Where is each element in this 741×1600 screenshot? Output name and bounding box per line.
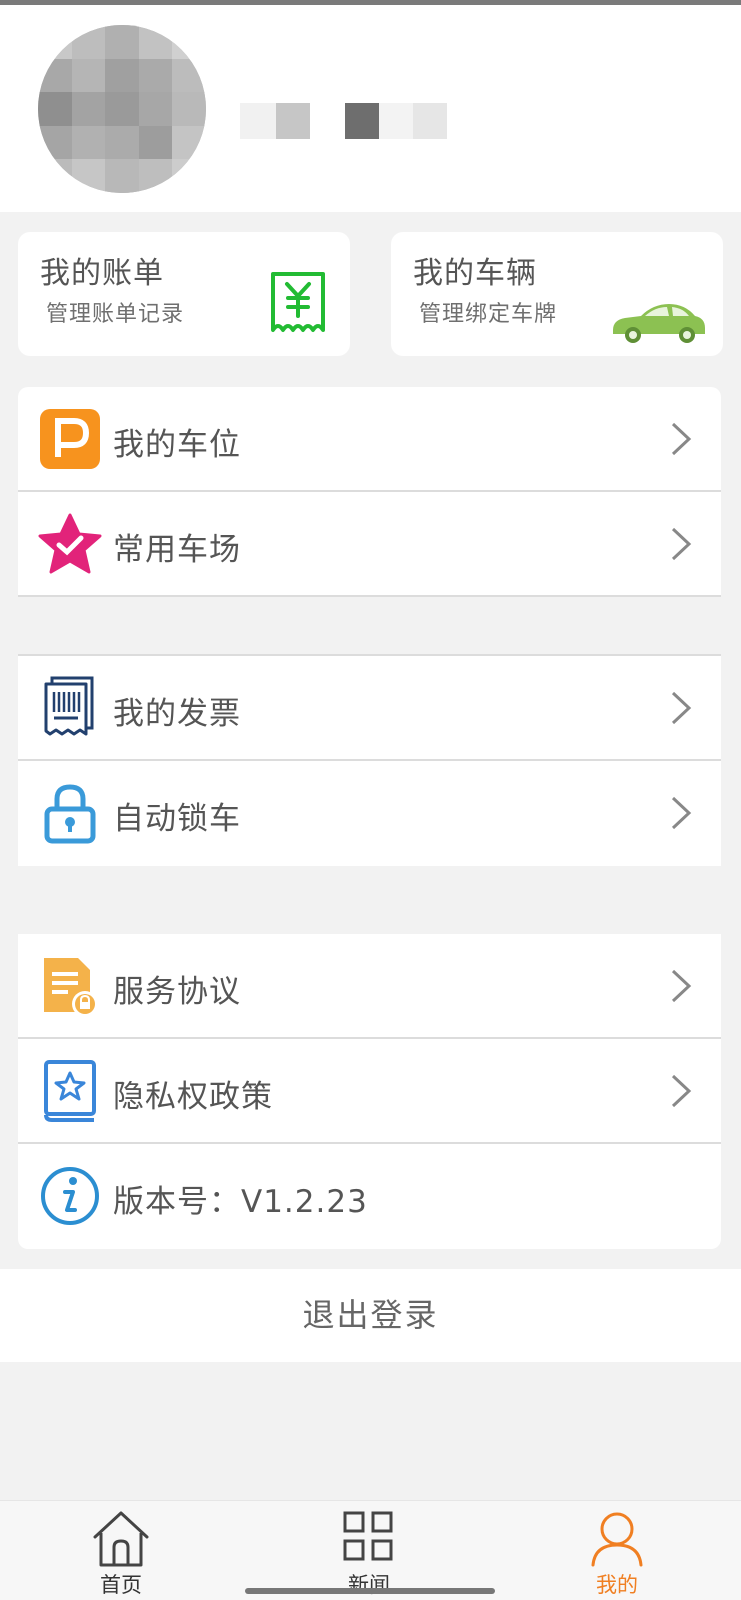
menu-item-my-invoice[interactable]: 我的发票 xyxy=(18,656,721,761)
bottom-tab-bar: 首页 新闻 我的 xyxy=(0,1500,741,1600)
menu-item-my-space[interactable]: 我的车位 xyxy=(18,387,721,492)
home-indicator[interactable] xyxy=(245,1588,495,1594)
my-vehicle-title: 我的车辆 xyxy=(413,256,537,291)
parking-icon xyxy=(40,409,100,469)
book-star-icon xyxy=(44,1060,96,1122)
home-icon xyxy=(93,1511,149,1567)
blurred-username xyxy=(345,103,379,139)
menu-item-label: 常用车场 xyxy=(113,532,241,568)
bill-icon xyxy=(271,272,325,332)
blurred-username xyxy=(413,103,447,139)
chevron-right-icon xyxy=(671,796,692,830)
blurred-username xyxy=(379,103,413,139)
chevron-right-icon xyxy=(671,527,692,561)
chevron-right-icon xyxy=(671,969,692,1003)
chevron-right-icon xyxy=(671,691,692,725)
my-bill-card[interactable]: 我的账单 管理账单记录 xyxy=(18,232,350,356)
menu-item-privacy-policy[interactable]: 隐私权政策 xyxy=(18,1039,721,1144)
logout-button[interactable]: 退出登录 xyxy=(0,1269,741,1362)
my-vehicle-subtitle: 管理绑定车牌 xyxy=(419,302,558,327)
menu-item-label: 我的车位 xyxy=(113,427,241,463)
menu-item-label: 隐私权政策 xyxy=(113,1079,273,1115)
my-bill-title: 我的账单 xyxy=(40,256,164,291)
menu-item-service-agreement[interactable]: 服务协议 xyxy=(18,934,721,1039)
invoice-icon xyxy=(44,676,94,736)
menu-item-auto-lock[interactable]: 自动锁车 xyxy=(18,761,721,866)
avatar[interactable] xyxy=(38,25,206,193)
star-check-icon xyxy=(38,513,102,574)
menu-item-label: 自动锁车 xyxy=(113,801,241,837)
tab-label: 我的 xyxy=(596,1573,638,1597)
car-icon xyxy=(613,304,705,343)
menu-group-parking: 我的车位 常用车场 xyxy=(18,387,721,597)
tab-home[interactable]: 首页 xyxy=(61,1501,181,1600)
chevron-right-icon xyxy=(671,422,692,456)
tab-label: 首页 xyxy=(100,1573,142,1597)
lock-icon xyxy=(44,784,96,844)
menu-item-label: 服务协议 xyxy=(113,974,241,1010)
my-bill-subtitle: 管理账单记录 xyxy=(46,302,185,327)
profile-header[interactable] xyxy=(0,5,741,212)
version-label: 版本号：V1.2.23 xyxy=(113,1184,368,1220)
tab-news[interactable]: 新闻 xyxy=(309,1501,429,1600)
menu-group-invoice: 我的发票 自动锁车 xyxy=(18,654,721,866)
tab-label: 新闻 xyxy=(348,1573,390,1597)
blurred-username xyxy=(276,103,310,139)
chevron-right-icon xyxy=(671,1074,692,1108)
info-icon xyxy=(41,1167,99,1225)
document-lock-icon xyxy=(44,958,98,1017)
menu-item-label: 我的发票 xyxy=(113,696,241,732)
menu-item-version: 版本号：V1.2.23 xyxy=(18,1144,721,1249)
person-icon xyxy=(591,1512,643,1567)
grid-icon xyxy=(343,1511,393,1561)
tab-mine[interactable]: 我的 xyxy=(557,1501,677,1600)
my-vehicle-card[interactable]: 我的车辆 管理绑定车牌 xyxy=(391,232,723,356)
menu-group-about: 服务协议 隐私权政策 版本号：V1.2.23 xyxy=(18,934,721,1249)
blurred-username xyxy=(240,103,276,139)
menu-item-favorite-lots[interactable]: 常用车场 xyxy=(18,492,721,597)
